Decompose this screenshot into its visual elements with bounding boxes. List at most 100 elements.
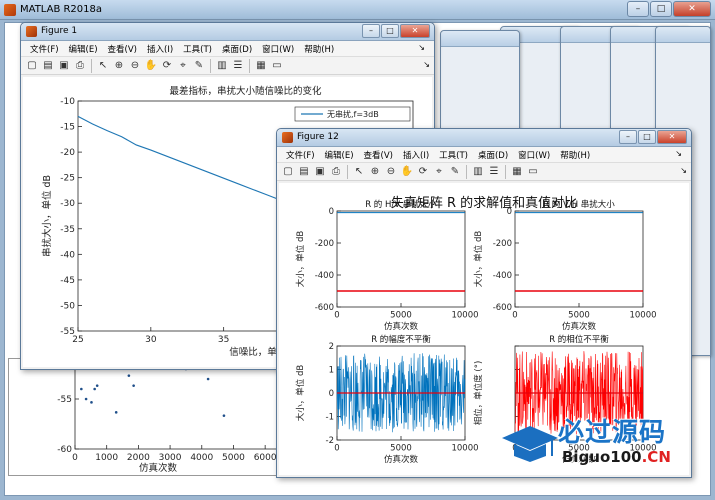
rotate-icon[interactable]: ⟳ <box>416 165 430 179</box>
menu-item[interactable]: 窗口(W) <box>257 43 299 55</box>
x-tick-label: 3000 <box>159 453 182 463</box>
menu-item[interactable]: 文件(F) <box>25 43 64 55</box>
pointer-icon[interactable]: ↖ <box>352 165 366 179</box>
legend-icon[interactable]: ☰ <box>231 59 245 73</box>
colorbar-icon[interactable]: ▥ <box>471 165 485 179</box>
zoom-out-icon[interactable]: ⊖ <box>384 165 398 179</box>
plot-area <box>74 348 282 450</box>
zoom-in-icon[interactable]: ⊕ <box>368 165 382 179</box>
scatter-point <box>90 401 93 404</box>
maximize-button[interactable]: □ <box>650 1 672 17</box>
y-tick-label: -50 <box>60 301 75 311</box>
x-tick-label: 5000 <box>390 444 412 454</box>
menu-item[interactable]: 工具(T) <box>434 149 473 161</box>
x-tick-label: 5000 <box>568 311 590 321</box>
datacursor-icon[interactable]: ⌖ <box>432 165 446 179</box>
close-button[interactable]: ✕ <box>400 24 430 38</box>
menu-item[interactable]: 桌面(D) <box>217 43 257 55</box>
new-icon[interactable]: ▢ <box>281 165 295 179</box>
colorbar-icon[interactable]: ▥ <box>215 59 229 73</box>
y-tick-label: -600 <box>315 303 334 313</box>
figure-1-titlebar[interactable]: Figure 1 – □ ✕ <box>21 23 434 41</box>
pan-icon[interactable]: ✋ <box>144 59 158 73</box>
figure-12-titlebar[interactable]: Figure 12 – □ ✕ <box>277 129 691 147</box>
menu-item[interactable]: 帮助(H) <box>555 149 595 161</box>
x-tick-label: 0 <box>334 311 339 321</box>
subplot-title: R 的幅度不平衡 <box>371 334 431 345</box>
toolbar-dock-arrow-icon[interactable]: ↘ <box>680 166 687 175</box>
toolbar-separator <box>347 164 348 179</box>
x-axis-label: 仿真次数 <box>384 321 419 332</box>
menu-dock-arrow-icon[interactable]: ↘ <box>413 43 430 52</box>
y-tick-label: -40 <box>60 250 75 260</box>
figure-12-toolbar: ▢ ▤ ▣ ⎙ ↖ ⊕ ⊖ ✋ ⟳ ⌖ ✎ ▥ ☰ ▦ ▭ ↘ <box>277 163 691 181</box>
open-icon[interactable]: ▤ <box>297 165 311 179</box>
background-scatter-plot: -50-55-600100020003000400050006000仿真次数 <box>8 345 282 476</box>
maximize-button[interactable]: □ <box>381 24 399 38</box>
minimize-button[interactable]: – <box>362 24 380 38</box>
matlab-titlebar[interactable]: MATLAB R2018a – □ ✕ <box>0 0 715 20</box>
x-tick-label: 6000 <box>254 453 277 463</box>
plottools-icon[interactable]: ▦ <box>510 165 524 179</box>
menu-item[interactable]: 桌面(D) <box>473 149 513 161</box>
y-tick-label: -400 <box>315 271 334 281</box>
open-icon[interactable]: ▤ <box>41 59 55 73</box>
save-icon[interactable]: ▣ <box>57 59 71 73</box>
menu-item[interactable]: 帮助(H) <box>299 43 339 55</box>
dock-icon[interactable]: ▭ <box>526 165 540 179</box>
menu-item[interactable]: 工具(T) <box>178 43 217 55</box>
menu-dock-arrow-icon[interactable]: ↘ <box>670 149 687 158</box>
matlab-logo-icon <box>4 4 16 16</box>
save-icon[interactable]: ▣ <box>313 165 327 179</box>
x-tick-label: 10000 <box>629 311 656 321</box>
dock-icon[interactable]: ▭ <box>270 59 284 73</box>
rotate-icon[interactable]: ⟳ <box>160 59 174 73</box>
new-icon[interactable]: ▢ <box>25 59 39 73</box>
brush-icon[interactable]: ✎ <box>192 59 206 73</box>
y-tick-label: -15 <box>60 123 75 133</box>
y-axis-label: 大小，单位 dB <box>295 231 306 288</box>
menu-item[interactable]: 窗口(W) <box>513 149 555 161</box>
menu-item[interactable]: 编辑(E) <box>64 43 103 55</box>
menu-item[interactable]: 查看(V) <box>103 43 142 55</box>
figure-1-toolbar: ▢ ▤ ▣ ⎙ ↖ ⊕ ⊖ ✋ ⟳ ⌖ ✎ ▥ ☰ ▦ ▭ ↘ <box>21 57 434 75</box>
pointer-icon[interactable]: ↖ <box>96 59 110 73</box>
close-button[interactable]: ✕ <box>673 1 711 17</box>
x-tick-label: 4000 <box>190 453 213 463</box>
x-axis-label: 仿真次数 <box>139 462 178 474</box>
menu-item[interactable]: 插入(I) <box>142 43 178 55</box>
print-icon[interactable]: ⎙ <box>73 59 87 73</box>
y-tick-label: 0 <box>329 389 334 399</box>
print-icon[interactable]: ⎙ <box>329 165 343 179</box>
figure-1-window-controls: – □ ✕ <box>362 24 430 38</box>
maximize-button[interactable]: □ <box>638 130 656 144</box>
plot-area <box>336 210 466 308</box>
brush-icon[interactable]: ✎ <box>448 165 462 179</box>
minimize-button[interactable]: – <box>627 1 649 17</box>
matlab-title: MATLAB R2018a <box>20 4 103 15</box>
watermark-main-text: 必过源码 <box>558 418 667 448</box>
menu-item[interactable]: 文件(F) <box>281 149 320 161</box>
pan-icon[interactable]: ✋ <box>400 165 414 179</box>
y-tick-label: -1 <box>326 413 334 423</box>
close-button[interactable]: ✕ <box>657 130 687 144</box>
x-tick-label: 2000 <box>127 453 150 463</box>
plot-area <box>514 210 644 308</box>
menu-item[interactable]: 插入(I) <box>398 149 434 161</box>
zoom-in-icon[interactable]: ⊕ <box>112 59 126 73</box>
y-tick-label: 1 <box>329 366 334 376</box>
scatter-point <box>84 397 88 401</box>
x-tick-label: 0 <box>72 453 78 463</box>
minimize-button[interactable]: – <box>619 130 637 144</box>
y-tick-label: -20 <box>60 148 75 158</box>
zoom-out-icon[interactable]: ⊖ <box>128 59 142 73</box>
scatter-chart: -50-55-600100020003000400050006000仿真次数 <box>57 345 282 474</box>
menu-item[interactable]: 查看(V) <box>359 149 398 161</box>
x-tick-label: 5000 <box>222 453 245 463</box>
legend-icon[interactable]: ☰ <box>487 165 501 179</box>
figure-icon <box>26 26 37 37</box>
toolbar-dock-arrow-icon[interactable]: ↘ <box>423 60 430 69</box>
datacursor-icon[interactable]: ⌖ <box>176 59 190 73</box>
plottools-icon[interactable]: ▦ <box>254 59 268 73</box>
menu-item[interactable]: 编辑(E) <box>320 149 359 161</box>
